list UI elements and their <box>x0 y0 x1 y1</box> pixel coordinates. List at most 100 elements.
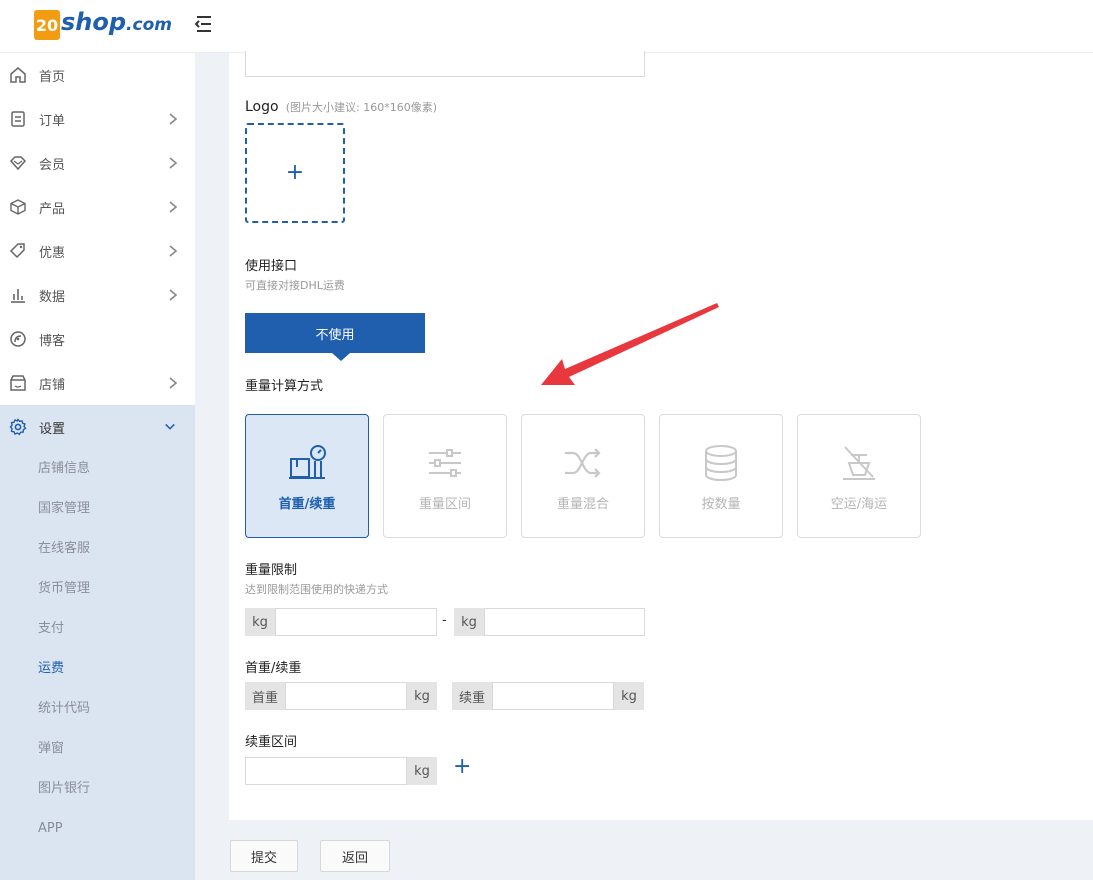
submenu-item-popup[interactable]: 弹窗 <box>0 729 195 769</box>
sidebar-item-label: 会员 <box>39 157 66 173</box>
method-card-weight-mixed[interactable]: 重量混合 <box>521 414 645 538</box>
method-card-air-sea[interactable]: 空运/海运 <box>797 414 921 538</box>
api-label: 使用接口 <box>245 259 298 274</box>
logo-suffix: .com <box>126 15 172 35</box>
sidebar-item-products[interactable]: 产品 <box>0 185 195 229</box>
top-header: 20 shop.com <box>0 0 1093 53</box>
logo-label: Logo (图片大小建议: 160*160像素) <box>245 99 437 115</box>
submenu-item-tracking-code[interactable]: 统计代码 <box>0 689 195 729</box>
annotation-arrow <box>541 303 719 385</box>
chevron-right-icon <box>169 245 178 257</box>
chevron-right-icon <box>169 377 178 389</box>
limit-min-input[interactable] <box>275 608 437 636</box>
shuffle-icon <box>565 448 601 478</box>
logo-badge: 20 <box>34 10 60 40</box>
first-weight-prefix: 首重 <box>245 682 285 710</box>
logo-upload-box[interactable]: + <box>245 123 345 223</box>
submenu-item-currency[interactable]: 货币管理 <box>0 569 195 609</box>
continued-weight-unit: kg <box>614 682 644 710</box>
gear-icon <box>8 417 28 437</box>
continued-range-label: 续重区间 <box>245 735 298 750</box>
menu-collapse-icon[interactable] <box>193 13 215 35</box>
blog-icon <box>8 329 28 349</box>
settings-submenu: 店铺信息 国家管理 在线客服 货币管理 支付 运费 统计代码 弹窗 图片银行 A… <box>0 449 195 880</box>
database-icon <box>705 445 737 482</box>
chevron-down-icon <box>165 423 175 430</box>
first-weight-unit: kg <box>407 682 437 710</box>
name-input[interactable] <box>245 51 645 77</box>
sidebar-item-promotions[interactable]: 优惠 <box>0 229 195 273</box>
method-label: 首重/续重 <box>278 497 336 512</box>
method-label: 重量混合 <box>556 497 609 512</box>
sidebar-item-label: 产品 <box>39 201 66 217</box>
calc-method-label: 重量计算方式 <box>245 379 324 394</box>
submenu-item-image-bank[interactable]: 图片银行 <box>0 769 195 809</box>
limit-dash: - <box>442 613 447 628</box>
submenu-item-live-chat[interactable]: 在线客服 <box>0 529 195 569</box>
shipping-form-panel: Logo (图片大小建议: 160*160像素) + 使用接口 可直接对接DHL… <box>229 51 1093 820</box>
continued-weight-input[interactable] <box>492 682 614 710</box>
member-icon <box>8 153 28 173</box>
logo-hint: (图片大小建议: 160*160像素) <box>285 101 437 114</box>
api-toggle-button[interactable]: 不使用 <box>245 313 425 353</box>
chart-icon <box>8 285 28 305</box>
sidebar-item-label: 首页 <box>39 69 66 85</box>
logo-text: shop.com <box>61 7 172 40</box>
chevron-right-icon <box>169 113 178 125</box>
store-icon <box>8 373 28 393</box>
sidebar-item-label: 优惠 <box>39 245 66 261</box>
first-weight-input[interactable] <box>285 682 407 710</box>
sidebar-item-data[interactable]: 数据 <box>0 273 195 317</box>
form-footer: 提交 返回 <box>195 820 1093 880</box>
brand-logo[interactable]: 20 shop.com <box>34 6 172 40</box>
order-icon <box>8 109 28 129</box>
submenu-item-shipping[interactable]: 运费 <box>0 649 195 689</box>
sidebar-item-label: 数据 <box>39 289 66 305</box>
add-range-plus-icon[interactable]: + <box>453 754 471 780</box>
continued-range-input[interactable] <box>245 757 407 785</box>
home-icon <box>8 65 28 85</box>
sidebar-item-orders[interactable]: 订单 <box>0 97 195 141</box>
back-button[interactable]: 返回 <box>320 840 390 872</box>
submit-button[interactable]: 提交 <box>230 840 298 872</box>
product-icon <box>8 197 28 217</box>
limit-min-unit: kg <box>245 608 275 636</box>
sidebar-item-label: 设置 <box>39 421 66 437</box>
continued-range-unit: kg <box>407 757 437 785</box>
ship-icon <box>843 446 875 480</box>
api-hint: 可直接对接DHL运费 <box>245 279 345 292</box>
weight-limit-label: 重量限制 <box>245 563 298 578</box>
method-label: 按数量 <box>701 497 741 512</box>
plus-icon: + <box>285 160 305 185</box>
logo-main: shop <box>61 8 127 36</box>
chevron-right-icon <box>169 201 178 213</box>
sidebar-item-store[interactable]: 店铺 <box>0 361 195 405</box>
submenu-item-countries[interactable]: 国家管理 <box>0 489 195 529</box>
submenu-item-store-info[interactable]: 店铺信息 <box>0 449 195 489</box>
logo-label-text: Logo <box>245 99 279 115</box>
method-card-by-quantity[interactable]: 按数量 <box>659 414 783 538</box>
sidebar-item-members[interactable]: 会员 <box>0 141 195 185</box>
api-toggle-label: 不使用 <box>315 327 355 343</box>
first-continued-label: 首重/续重 <box>245 661 302 676</box>
method-card-weight-range[interactable]: 重量区间 <box>383 414 507 538</box>
method-card-first-continued[interactable]: 首重/续重 <box>245 414 369 538</box>
sidebar-item-label: 订单 <box>39 113 66 129</box>
chevron-right-icon <box>169 289 178 301</box>
limit-max-unit: kg <box>454 608 484 636</box>
api-toggle-pointer <box>332 353 350 361</box>
sidebar-item-blog[interactable]: 博客 <box>0 317 195 361</box>
sidebar-item-settings[interactable]: 设置 <box>0 405 195 449</box>
sidebar: 首页 订单 会员 产品 优惠 数据 博客 店铺 设置 店铺信息 国家管理 在线客… <box>0 53 195 880</box>
submenu-item-payment[interactable]: 支付 <box>0 609 195 649</box>
sidebar-item-label: 博客 <box>39 333 66 349</box>
sidebar-item-label: 店铺 <box>39 377 66 393</box>
limit-max-input[interactable] <box>484 608 645 636</box>
method-label: 空运/海运 <box>830 497 888 512</box>
sliders-icon <box>429 449 461 477</box>
sidebar-item-home[interactable]: 首页 <box>0 53 195 97</box>
scale-box-icon <box>289 445 326 479</box>
submenu-item-app[interactable]: APP <box>0 809 195 849</box>
method-label: 重量区间 <box>418 497 471 512</box>
weight-limit-hint: 达到限制范围使用的快递方式 <box>245 583 388 596</box>
